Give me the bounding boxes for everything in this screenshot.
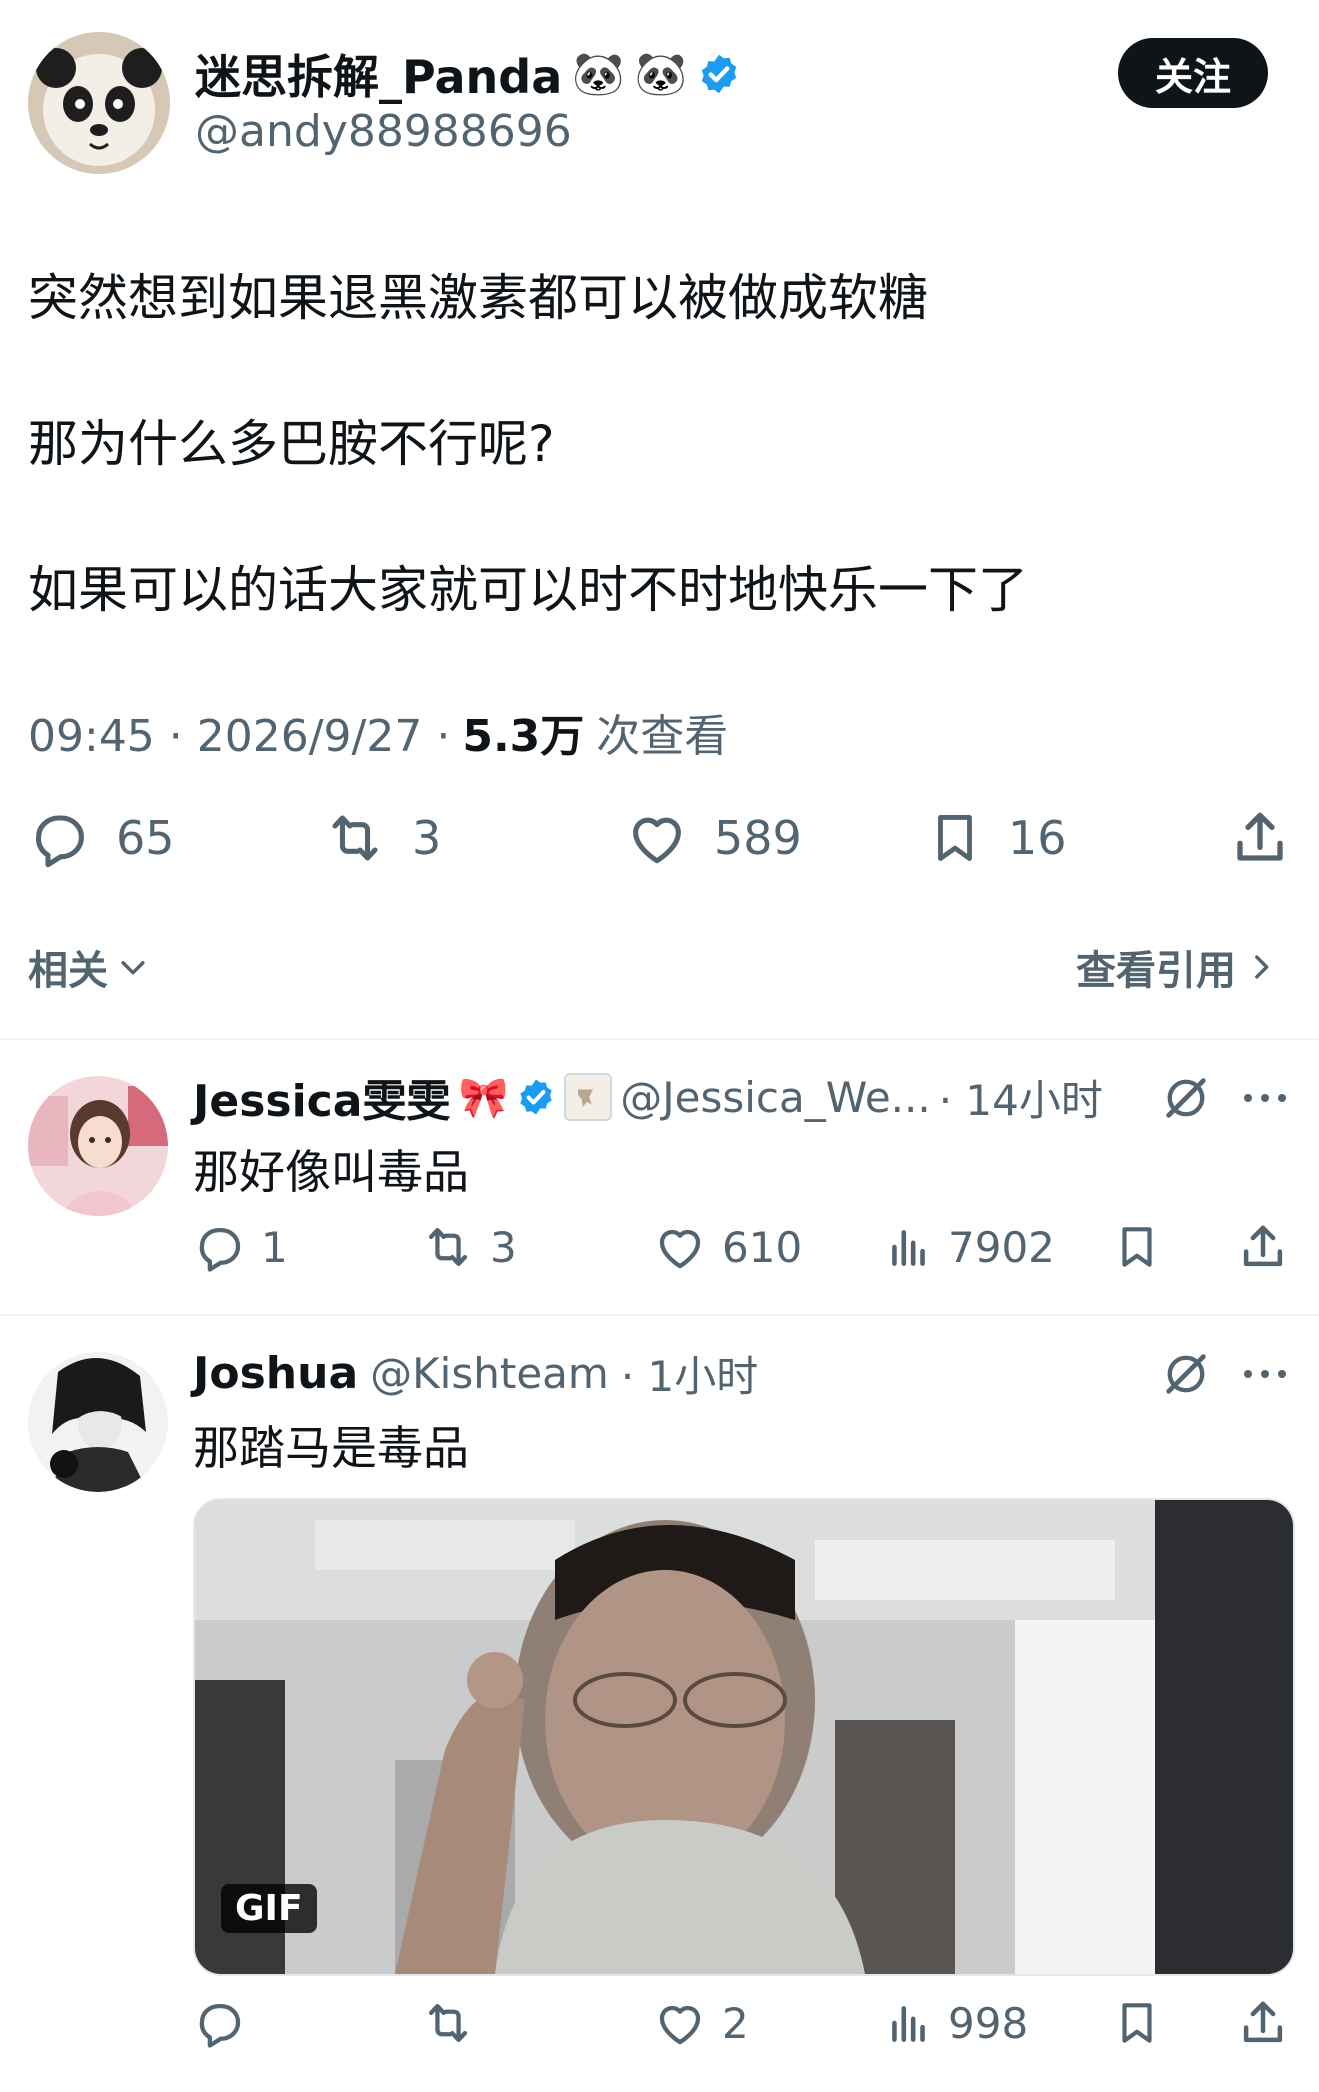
reply-icon[interactable]: [193, 1996, 247, 2050]
gif-frame-image: [195, 1500, 1293, 1974]
reply-header: Joshua @Kishteam · 1小时: [193, 1344, 758, 1402]
reply-handle[interactable]: @Jessica_We...: [620, 1073, 930, 1122]
chevron-down-icon: [116, 950, 150, 984]
retweet-action[interactable]: 3: [322, 806, 441, 870]
like-action[interactable]: 589: [624, 806, 802, 870]
analytics-icon: [884, 1220, 934, 1274]
reply-like-action[interactable]: 610: [652, 1220, 802, 1274]
heart-icon: [652, 1996, 708, 2050]
more-options-icon[interactable]: [1240, 1078, 1290, 1118]
reply-time[interactable]: · 14小时: [939, 1067, 1103, 1128]
author-name-row[interactable]: 迷思拆解_Panda 🐼 🐼: [195, 44, 741, 104]
retweet-icon[interactable]: [420, 1996, 476, 2050]
divider: [0, 1314, 1319, 1316]
bookmark-icon[interactable]: [1112, 1220, 1162, 1274]
tweet-meta-row: 09:45 · 2026/9/27 · 5.3万 次查看: [28, 700, 728, 764]
view-count: 7902: [948, 1222, 1055, 1272]
reply-author-name[interactable]: Jessica雯雯: [193, 1065, 450, 1129]
reply-action[interactable]: 65: [28, 806, 175, 870]
ribbon-emoji: 🎀: [458, 1074, 509, 1121]
reply-avatar[interactable]: [28, 1352, 168, 1492]
like-count: 2: [722, 1998, 749, 2048]
reply-text: 那好像叫毒品: [193, 1145, 469, 1199]
reply-count: 1: [261, 1222, 288, 1272]
reply-time[interactable]: · 1小时: [621, 1343, 758, 1404]
tweet-text-line: 突然想到如果退黑激素都可以被做成软糖: [28, 269, 928, 327]
views-label: 次查看: [596, 711, 729, 762]
retweet-count: 3: [490, 1222, 517, 1272]
author-avatar[interactable]: [28, 32, 170, 174]
retweet-count: 3: [412, 811, 442, 865]
gif-media[interactable]: GIF: [193, 1498, 1295, 1976]
like-count: 610: [722, 1222, 803, 1272]
verified-badge-icon: [697, 52, 741, 96]
share-icon[interactable]: [1236, 1220, 1290, 1274]
heart-icon: [652, 1220, 708, 1274]
bookmark-count: 16: [1008, 811, 1067, 865]
heart-icon: [624, 806, 690, 870]
author-handle[interactable]: @andy88988696: [195, 106, 572, 157]
gif-badge: GIF: [221, 1884, 317, 1933]
like-count: 589: [714, 811, 802, 865]
reply-views-action[interactable]: 998: [884, 1996, 1028, 2050]
reply-author-name[interactable]: Joshua: [193, 1348, 358, 1399]
tweet-timestamp[interactable]: 09:45 · 2026/9/27 ·: [28, 711, 450, 762]
reply-like-action[interactable]: 2: [652, 1996, 749, 2050]
retweet-icon: [322, 806, 388, 870]
view-quotes-label: 查看引用: [1076, 948, 1236, 994]
reply-header: Jessica雯雯 🎀 @Jessica_We... · 14小时: [193, 1065, 1103, 1129]
follow-button-label: 关注: [1154, 54, 1231, 99]
share-icon[interactable]: [1236, 1996, 1290, 2050]
related-label: 相关: [28, 948, 108, 994]
affiliate-badge-icon: [564, 1073, 613, 1121]
bookmark-icon[interactable]: [1112, 1996, 1162, 2050]
reply-handle[interactable]: @Kishteam: [370, 1349, 609, 1398]
divider: [0, 1038, 1319, 1040]
view-quotes-link[interactable]: 查看引用: [1076, 938, 1278, 996]
share-icon[interactable]: [1228, 806, 1292, 870]
retweet-icon: [420, 1220, 476, 1274]
gif-badge-label: GIF: [235, 1888, 303, 1929]
panda-emoji: 🐼: [634, 49, 687, 98]
more-options-icon[interactable]: [1240, 1354, 1290, 1394]
analytics-icon: [884, 1996, 934, 2050]
tweet-text-line: 如果可以的话大家就可以时不时地快乐一下了: [28, 561, 1028, 619]
panda-emoji: 🐼: [572, 49, 625, 98]
follow-button[interactable]: 关注: [1118, 38, 1268, 108]
reply-views-action[interactable]: 7902: [884, 1220, 1055, 1274]
bookmark-icon: [926, 806, 984, 870]
author-name[interactable]: 迷思拆解_Panda: [195, 41, 562, 107]
verified-badge-icon: [516, 1077, 556, 1117]
grok-icon[interactable]: [1160, 1072, 1212, 1124]
reply-reply-action[interactable]: 1: [193, 1220, 288, 1274]
reply-icon: [28, 806, 92, 870]
reply-text: 那踏马是毒品: [193, 1421, 469, 1475]
related-sort-dropdown[interactable]: 相关: [28, 938, 150, 996]
chevron-right-icon: [1244, 950, 1278, 984]
view-count: 998: [948, 1998, 1029, 2048]
reply-avatar[interactable]: [28, 1076, 168, 1216]
views-count: 5.3万: [462, 711, 585, 762]
reply-icon: [193, 1220, 247, 1274]
tweet-text-line: 那为什么多巴胺不行呢?: [28, 415, 555, 473]
bookmark-action[interactable]: 16: [926, 806, 1067, 870]
reply-retweet-action[interactable]: 3: [420, 1220, 517, 1274]
grok-icon[interactable]: [1160, 1348, 1212, 1400]
reply-count: 65: [116, 811, 175, 865]
